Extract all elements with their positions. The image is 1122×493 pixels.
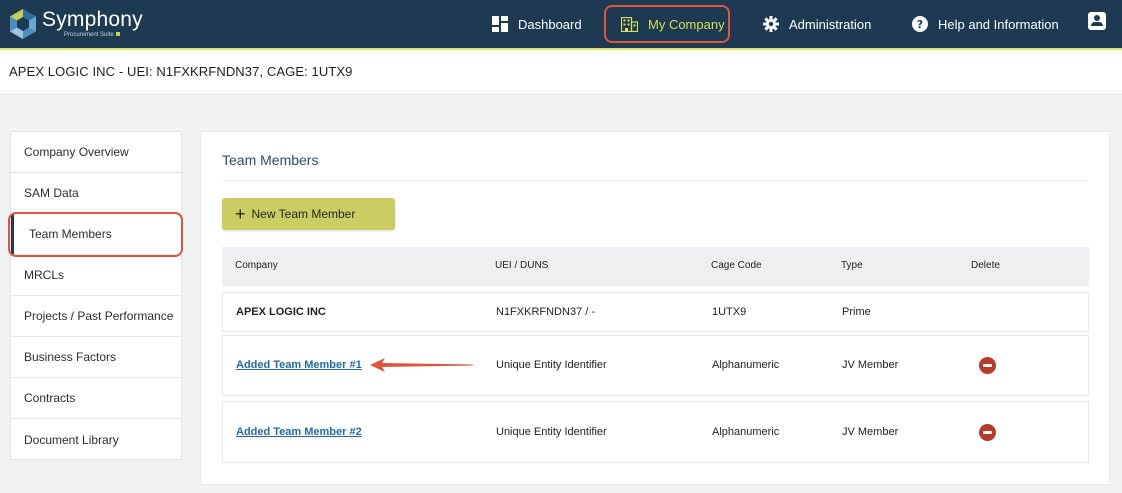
nav-dashboard-label: Dashboard [518,16,582,32]
highlight-annotation [8,212,183,257]
brand-subtitle: Procurement Suite [64,32,120,38]
row-company: APEX LOGIC INC [236,306,326,318]
question-icon: ? [911,16,928,33]
svg-text:?: ? [916,18,922,31]
sidebar-item-mrcls[interactable]: MRCLs [11,255,181,296]
delete-icon[interactable] [979,424,996,441]
team-member-link[interactable]: Added Team Member #1 [236,359,362,371]
dashboard-icon [491,16,508,33]
row-uei: N1FXKRFNDN37 / - [496,306,596,318]
row-type: Prime [842,306,871,318]
user-profile-icon[interactable] [1088,12,1106,30]
row-cage: Alphanumeric [712,359,780,371]
nav-administration-label: Administration [789,16,872,32]
team-member-link[interactable]: Added Team Member #2 [236,426,362,438]
sidebar-item-projects[interactable]: Projects / Past Performance [11,296,181,337]
nav-my-company-label: My Company [648,16,725,32]
team-members-panel: Team Members + New Team Member Company U… [200,131,1110,485]
row-type: JV Member [842,359,899,371]
row-cage: Alphanumeric [712,426,780,438]
row-uei: Unique Entity Identifier [496,359,607,371]
sidebar: Company Overview SAM Data Team Members M… [10,131,182,460]
table-header: Company UEI / DUNS Cage Code Type Delete [222,247,1089,286]
column-header-delete: Delete [971,260,1000,271]
top-navbar: Symphony Procurement Suite Dashboard My … [0,0,1122,48]
symphony-logo-icon [10,9,36,39]
table-row: APEX LOGIC INC N1FXKRFNDN37 / - 1UTX9 Pr… [222,292,1089,332]
row-type: JV Member [842,426,899,438]
delete-icon[interactable] [979,357,996,374]
nav-help[interactable]: ? Help and Information [911,8,1059,40]
column-header-cage: Cage Code [711,260,762,271]
building-icon [621,16,638,33]
table-row: Added Team Member #2 Unique Entity Ident… [222,401,1089,463]
section-title: Team Members [222,152,319,168]
sidebar-item-document-library[interactable]: Document Library [11,419,181,460]
sidebar-item-sam-data[interactable]: SAM Data [11,173,181,214]
brand-name: Symphony [42,8,143,31]
table-row: Added Team Member #1 Unique Entity Ident… [222,335,1089,396]
company-header: APEX LOGIC INC - UEI: N1FXKRFNDN37, CAGE… [0,50,1122,95]
nav-administration[interactable]: Administration [762,8,871,40]
sidebar-item-company-overview[interactable]: Company Overview [11,132,181,173]
nav-my-company[interactable]: My Company [604,5,730,43]
row-uei: Unique Entity Identifier [496,426,607,438]
sidebar-item-business-factors[interactable]: Business Factors [11,337,181,378]
column-header-company: Company [235,260,278,271]
section-divider [222,180,1088,181]
row-cage: 1UTX9 [712,306,747,318]
nav-dashboard[interactable]: Dashboard [491,8,582,40]
gear-icon [762,16,779,33]
new-team-member-label: New Team Member [251,207,356,221]
arrow-annotation-icon [370,358,473,372]
nav-help-label: Help and Information [938,16,1059,32]
brand-logo[interactable]: Symphony Procurement Suite [8,7,158,41]
column-header-uei: UEI / DUNS [495,260,549,271]
new-team-member-button[interactable]: + New Team Member [222,198,395,230]
company-title: APEX LOGIC INC - UEI: N1FXKRFNDN37, CAGE… [9,64,353,79]
sidebar-item-contracts[interactable]: Contracts [11,378,181,419]
column-header-type: Type [841,260,863,271]
plus-icon: + [235,204,246,224]
